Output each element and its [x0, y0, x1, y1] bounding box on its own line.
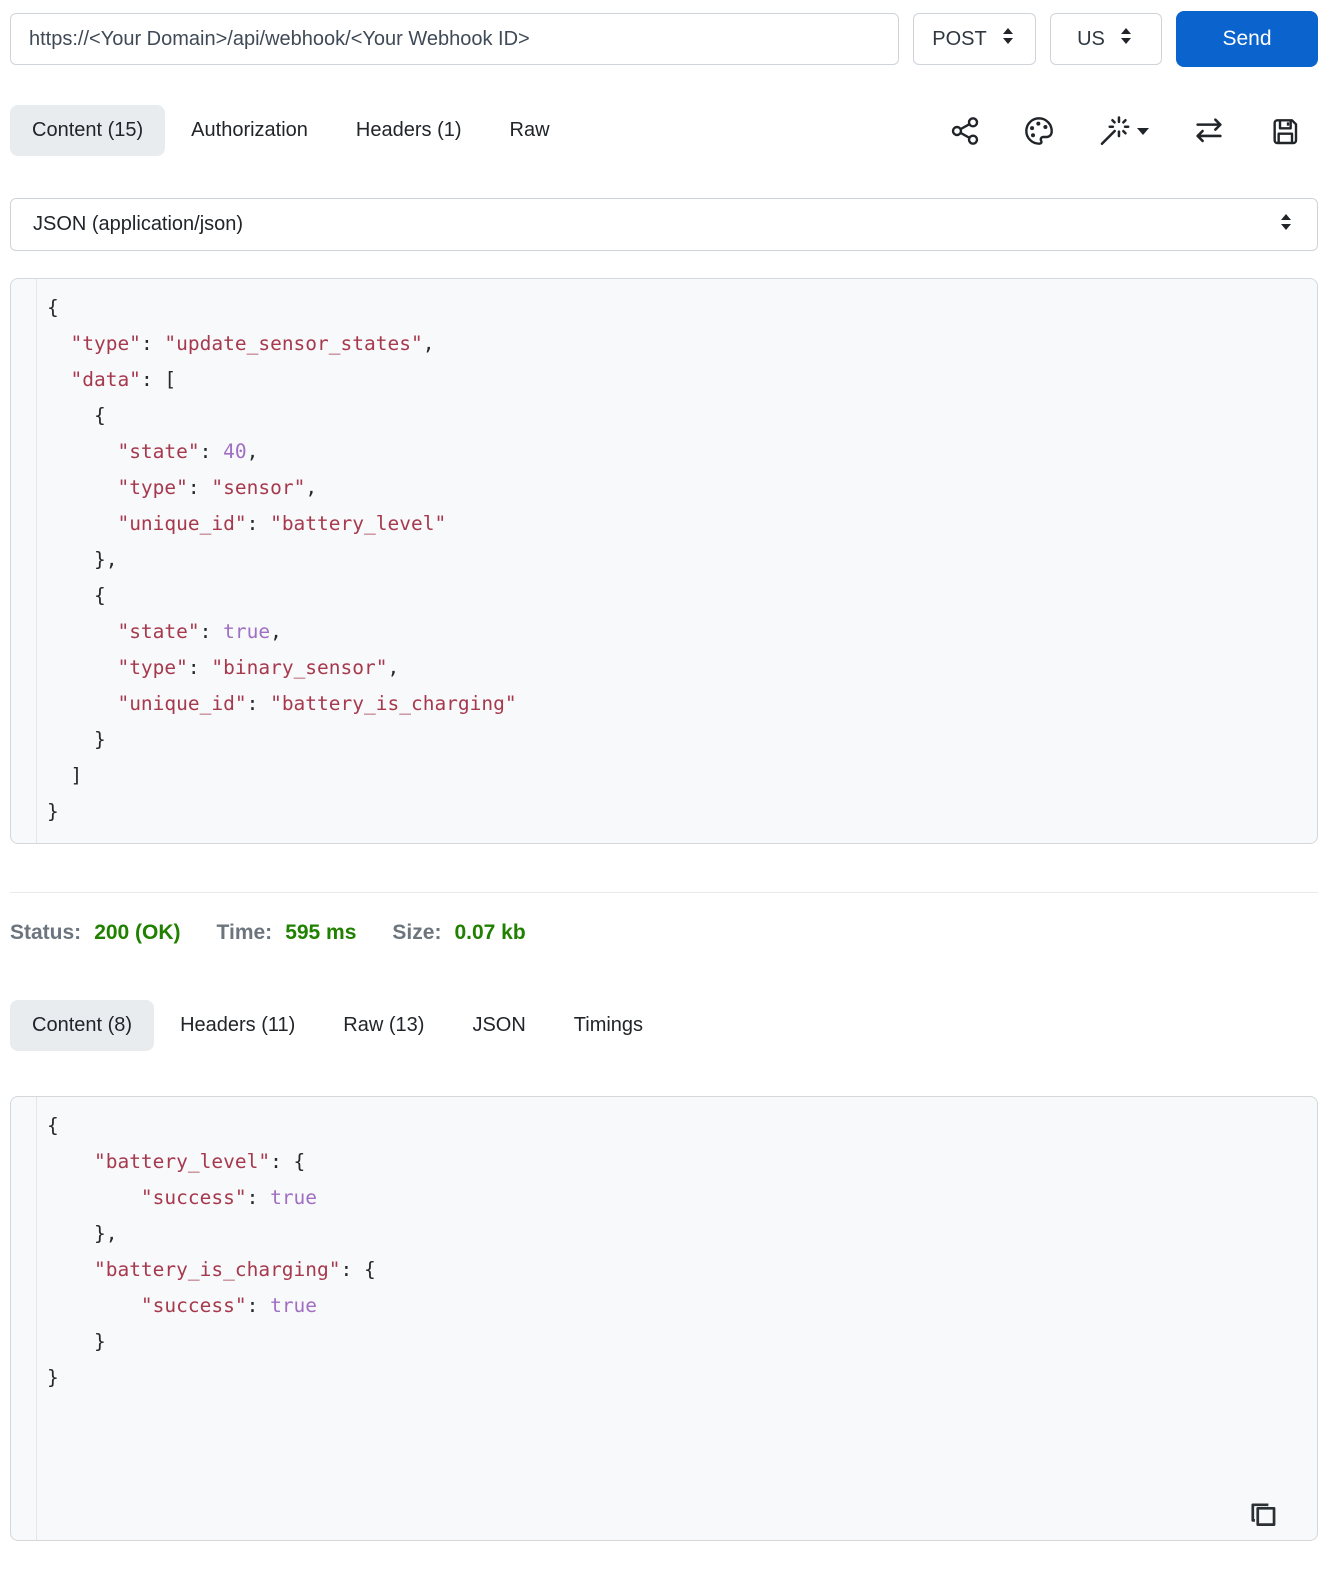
viewer-gutter [11, 1097, 37, 1540]
response-tabs-row: Content (8) Headers (11) Raw (13) JSON T… [10, 1000, 1318, 1051]
tab-request-headers[interactable]: Headers (1) [334, 105, 484, 156]
tab-response-raw[interactable]: Raw (13) [321, 1000, 446, 1051]
tab-response-content[interactable]: Content (8) [10, 1000, 155, 1051]
response-status-row: Status: 200 (OK) Time: 595 ms Size: 0.07… [10, 921, 1318, 945]
status-group: Status: 200 (OK) [10, 921, 181, 945]
status-label: Status: [10, 921, 82, 944]
url-input[interactable] [10, 13, 899, 65]
size-group: Size: 0.07 kb [392, 921, 525, 945]
status-value: 200 (OK) [94, 921, 181, 944]
response-body-code: { "battery_level": { "success": true }, … [47, 1114, 376, 1389]
tab-request-raw[interactable]: Raw [488, 105, 572, 156]
section-divider [10, 892, 1318, 893]
response-tabs: Content (8) Headers (11) Raw (13) JSON T… [10, 1000, 665, 1051]
time-group: Time: 595 ms [217, 921, 357, 945]
method-select[interactable]: POST [913, 13, 1036, 65]
tab-response-timings[interactable]: Timings [552, 1000, 665, 1051]
toolbar [949, 114, 1318, 148]
editor-gutter [11, 279, 37, 843]
api-tester-page: POST US Send Content (15) Authorization … [0, 0, 1335, 1559]
size-value: 0.07 kb [454, 921, 526, 944]
save-icon[interactable] [1268, 115, 1300, 147]
request-body-code[interactable]: { "type": "update_sensor_states", "data"… [11, 279, 1317, 843]
tab-response-json[interactable]: JSON [450, 1000, 547, 1051]
request-tabs-row: Content (15) Authorization Headers (1) R… [10, 105, 1318, 156]
sort-arrows-icon [1117, 26, 1135, 52]
sort-arrows-icon [1277, 212, 1295, 238]
swap-icon[interactable] [1192, 114, 1226, 148]
time-label: Time: [216, 921, 273, 944]
method-select-value: POST [932, 27, 987, 50]
palette-icon[interactable] [1023, 115, 1055, 147]
response-body-viewer: { "battery_level": { "success": true }, … [10, 1096, 1318, 1541]
region-select-value: US [1077, 27, 1105, 50]
magic-wand-icon[interactable] [1097, 114, 1150, 148]
chevron-down-icon [1137, 127, 1149, 135]
region-select[interactable]: US [1050, 13, 1162, 65]
size-label: Size: [392, 921, 442, 944]
request-body-editor[interactable]: { "type": "update_sensor_states", "data"… [10, 278, 1318, 844]
request-tabs: Content (15) Authorization Headers (1) R… [10, 105, 572, 156]
tab-request-content[interactable]: Content (15) [10, 105, 166, 156]
share-icon[interactable] [949, 115, 981, 147]
body-type-value: JSON (application/json) [33, 213, 244, 235]
time-value: 595 ms [285, 921, 357, 944]
send-button[interactable]: Send [1176, 11, 1318, 67]
sort-arrows-icon [999, 26, 1017, 52]
request-bar: POST US Send [10, 11, 1318, 67]
tab-response-headers[interactable]: Headers (11) [158, 1000, 317, 1051]
copy-icon[interactable] [1245, 1497, 1279, 1534]
tab-request-authorization[interactable]: Authorization [169, 105, 330, 156]
body-type-select[interactable]: JSON (application/json) [10, 198, 1318, 251]
